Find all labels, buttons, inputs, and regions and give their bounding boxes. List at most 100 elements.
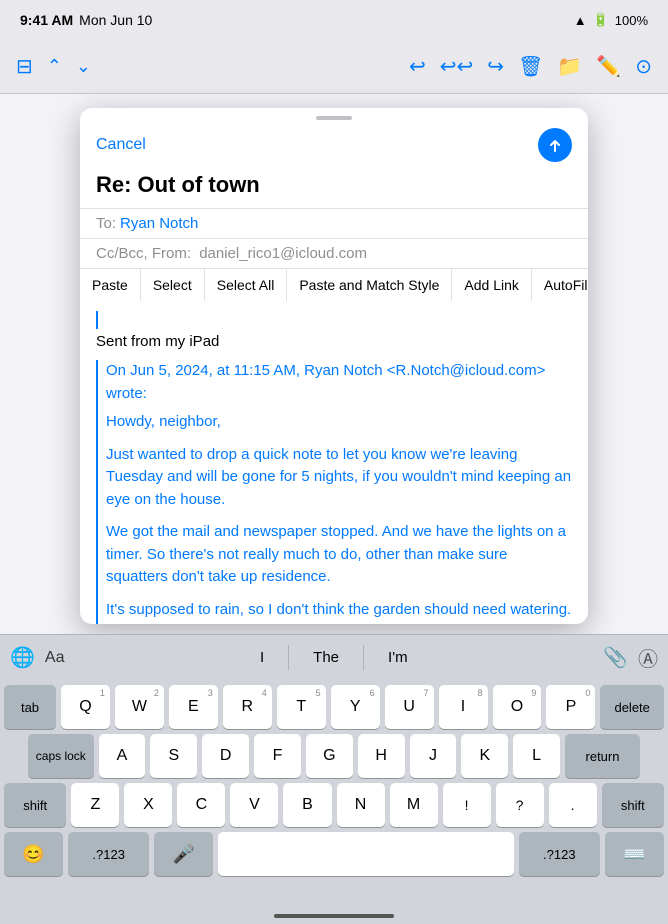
cursor-line: [96, 311, 572, 329]
keyboard-row-3: shift Z X C V B N M ! ? . shift: [0, 778, 668, 827]
compose-body[interactable]: Sent from my iPad On Jun 5, 2024, at 11:…: [80, 301, 588, 624]
key-t[interactable]: 5T: [277, 685, 326, 729]
to-line: To: Ryan Notch: [80, 208, 588, 238]
key-w[interactable]: 2W: [115, 685, 164, 729]
home-indicator: [274, 914, 394, 918]
shift-left-key[interactable]: shift: [4, 783, 66, 827]
sent-from: Sent from my iPad: [96, 333, 572, 350]
key-e[interactable]: 3E: [169, 685, 218, 729]
status-bar: 9:41 AM Mon Jun 10 ▲ 🔋 100%: [0, 0, 668, 40]
context-menu-add-link[interactable]: Add Link: [452, 269, 531, 301]
keyboard: tab 1Q 2W 3E 4R 5T 6Y 7U 8I 9O 0P delete…: [0, 680, 668, 924]
return-key[interactable]: return: [565, 734, 640, 778]
attachment-icon[interactable]: 📎: [603, 645, 628, 670]
context-menu-autofill[interactable]: AutoFill: [532, 269, 588, 301]
folder-icon[interactable]: 📁: [557, 54, 582, 79]
status-date: Mon Jun 10: [79, 12, 152, 28]
key-v[interactable]: V: [230, 783, 278, 827]
context-menu-paste[interactable]: Paste: [80, 269, 141, 301]
to-label: To:: [96, 215, 116, 232]
scribble-icon[interactable]: Ⓐ: [638, 643, 658, 672]
drag-handle[interactable]: [80, 108, 588, 124]
more-icon[interactable]: ⊙: [635, 54, 652, 79]
quoted-header: On Jun 5, 2024, at 11:15 AM, Ryan Notch …: [106, 360, 572, 405]
reply-all-icon[interactable]: ↩↩: [440, 54, 474, 79]
keyboard-row-2: caps lock A S D F G H J K L return: [0, 729, 668, 778]
sheet-header: Cancel: [80, 124, 588, 172]
wifi-icon: ▲: [574, 13, 587, 28]
key-period[interactable]: .: [549, 783, 597, 827]
subject-text: Re: Out of town: [96, 172, 260, 197]
key-x[interactable]: X: [124, 783, 172, 827]
key-exclamation[interactable]: !: [443, 783, 491, 827]
key-g[interactable]: G: [306, 734, 353, 778]
space-key[interactable]: [218, 832, 513, 876]
key-h[interactable]: H: [358, 734, 405, 778]
key-k[interactable]: K: [461, 734, 508, 778]
key-z[interactable]: Z: [71, 783, 119, 827]
quoted-text: On Jun 5, 2024, at 11:15 AM, Ryan Notch …: [96, 360, 572, 624]
reply-icon[interactable]: ↩: [409, 54, 426, 79]
key-c[interactable]: C: [177, 783, 225, 827]
suggestion-i[interactable]: I: [236, 645, 289, 670]
forward-icon[interactable]: ↪: [487, 54, 504, 79]
cc-label: Cc/Bcc, From:: [96, 245, 191, 262]
key-q[interactable]: 1Q: [61, 685, 110, 729]
key-b[interactable]: B: [283, 783, 331, 827]
keyboard-row-1: tab 1Q 2W 3E 4R 5T 6Y 7U 8I 9O 0P delete: [0, 680, 668, 729]
sidebar-icon[interactable]: ⊟: [16, 54, 33, 79]
key-o[interactable]: 9O: [493, 685, 542, 729]
tab-key[interactable]: tab: [4, 685, 56, 729]
quoted-para-3: It's supposed to rain, so I don't think …: [106, 599, 572, 625]
key-a[interactable]: A: [99, 734, 146, 778]
chevron-up-icon[interactable]: ⌃: [47, 56, 62, 77]
drag-pill: [316, 116, 352, 120]
context-menu-select[interactable]: Select: [141, 269, 205, 301]
suggestion-the[interactable]: The: [289, 645, 364, 670]
context-menu-paste-match[interactable]: Paste and Match Style: [287, 269, 452, 301]
key-i[interactable]: 8I: [439, 685, 488, 729]
num-key-right[interactable]: .?123: [519, 832, 600, 876]
keyboard-icon-key[interactable]: ⌨️: [605, 832, 664, 876]
compose-sheet: Cancel Re: Out of town To: Ryan Notch Cc…: [80, 108, 588, 624]
quicktype-bar: 🌐 Aa I The I'm 📎 Ⓐ: [0, 634, 668, 680]
to-name[interactable]: Ryan Notch: [120, 215, 198, 232]
key-p[interactable]: 0P: [546, 685, 595, 729]
cc-value: daniel_rico1@icloud.com: [199, 245, 367, 262]
subject-line: Re: Out of town: [80, 172, 588, 208]
shift-right-key[interactable]: shift: [602, 783, 664, 827]
delete-key[interactable]: delete: [600, 685, 664, 729]
key-n[interactable]: N: [337, 783, 385, 827]
quicktype-font-label[interactable]: Aa: [45, 649, 65, 667]
chevron-down-icon[interactable]: ⌄: [76, 56, 91, 77]
context-menu: Paste Select Select All Paste and Match …: [80, 268, 588, 301]
key-f[interactable]: F: [254, 734, 301, 778]
quoted-para-2: We got the mail and newspaper stopped. A…: [106, 521, 572, 589]
send-button[interactable]: [538, 128, 572, 162]
status-icons: ▲ 🔋 100%: [574, 12, 648, 28]
key-m[interactable]: M: [390, 783, 438, 827]
key-y[interactable]: 6Y: [331, 685, 380, 729]
compose-icon[interactable]: ✏️: [596, 54, 621, 79]
cancel-button[interactable]: Cancel: [96, 136, 146, 154]
caps-lock-key[interactable]: caps lock: [28, 734, 94, 778]
cc-line: Cc/Bcc, From: daniel_rico1@icloud.com: [80, 238, 588, 268]
key-l[interactable]: L: [513, 734, 560, 778]
quicktype-settings-icon[interactable]: 🌐: [10, 645, 35, 670]
emoji-key[interactable]: 😊: [4, 832, 63, 876]
key-r[interactable]: 4R: [223, 685, 272, 729]
num-key-left[interactable]: .?123: [68, 832, 149, 876]
suggestion-im[interactable]: I'm: [364, 645, 432, 670]
toolbar: ⊟ ⌃ ⌄ ↩ ↩↩ ↪ 🗑 📁 ✏️ ⊙: [0, 40, 668, 94]
key-j[interactable]: J: [410, 734, 457, 778]
send-icon: [547, 137, 563, 153]
context-menu-select-all[interactable]: Select All: [205, 269, 288, 301]
mic-key[interactable]: 🎤: [154, 832, 213, 876]
quoted-para-0: Howdy, neighbor,: [106, 411, 572, 434]
key-d[interactable]: D: [202, 734, 249, 778]
key-question[interactable]: ?: [496, 783, 544, 827]
text-cursor: [96, 311, 98, 329]
key-u[interactable]: 7U: [385, 685, 434, 729]
key-s[interactable]: S: [150, 734, 197, 778]
trash-icon[interactable]: 🗑: [518, 54, 543, 79]
